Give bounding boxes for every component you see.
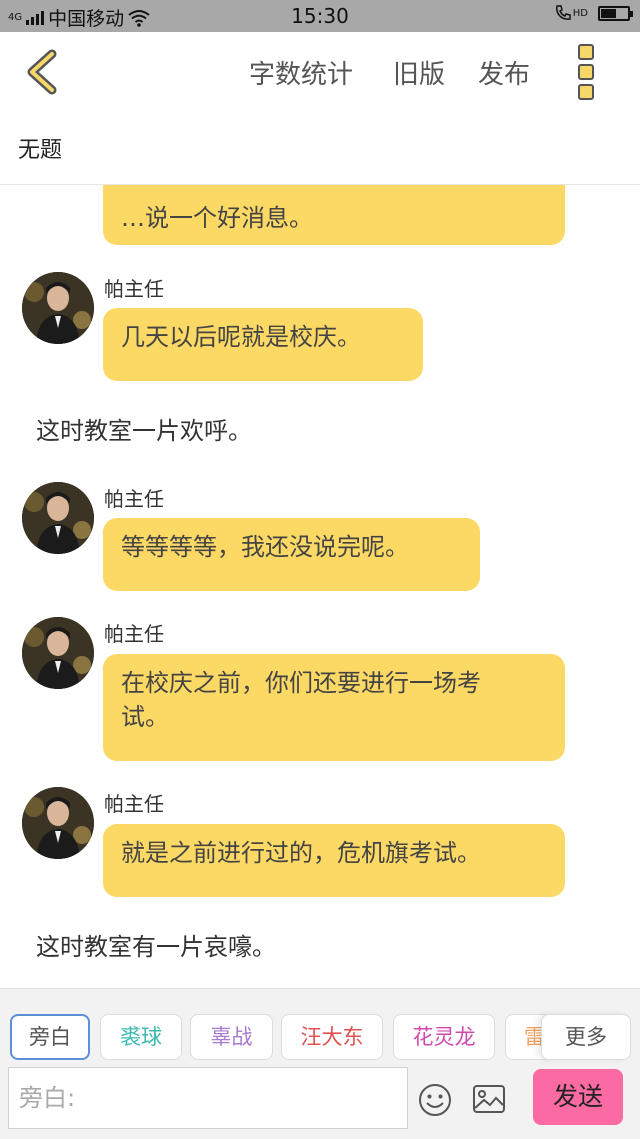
avatar[interactable]	[22, 272, 94, 344]
character-chip-narrator[interactable]: 旁白	[10, 1014, 90, 1060]
hd-label: HD	[572, 7, 588, 19]
emoji-icon[interactable]	[418, 1083, 452, 1117]
speaker-name: 帕主任	[104, 792, 164, 816]
status-right: HD	[554, 4, 633, 22]
message-text: 等等等等，我还没说完呢。	[121, 533, 409, 561]
message-bubble[interactable]: 等等等等，我还没说完呢。	[103, 518, 480, 591]
top-bar: 字数统计 旧版 发布	[0, 32, 640, 112]
title-bar: 无题	[0, 112, 640, 185]
message-text: 几天以后呢就是校庆。	[121, 323, 361, 351]
battery-icon	[598, 5, 633, 21]
message-input[interactable]: 旁白:	[8, 1067, 408, 1129]
publish-button[interactable]: 发布	[478, 54, 530, 91]
avatar[interactable]	[22, 787, 94, 859]
message-bubble[interactable]: 几天以后呢就是校庆。	[103, 308, 423, 381]
avatar[interactable]	[22, 617, 94, 689]
story-title[interactable]: 无题	[18, 132, 62, 164]
send-button[interactable]: 发送	[533, 1069, 623, 1125]
message-text-line: 试。	[121, 703, 169, 731]
word-count-button[interactable]: 字数统计	[249, 54, 353, 91]
hd-call-icon: HD	[554, 4, 588, 22]
message-text: 就是之前进行过的，危机旗考试。	[121, 839, 481, 867]
back-arrow-icon[interactable]	[22, 48, 62, 96]
chat-area[interactable]: …说一个好消息。 帕主任 几天以后呢就是校庆。 这时教室一片欢呼。 帕主任 等等…	[0, 185, 640, 988]
speaker-name: 帕主任	[104, 487, 164, 511]
battery-level	[601, 8, 617, 18]
speaker-name: 帕主任	[104, 622, 164, 646]
character-chip-qiuqiu[interactable]: 裘球	[100, 1014, 182, 1060]
narration-text[interactable]: 这时教室有一片哀嚎。	[36, 927, 276, 962]
message-bubble-partial: …说一个好消息。	[103, 185, 565, 245]
more-menu-icon[interactable]	[578, 44, 598, 100]
image-icon[interactable]	[472, 1084, 506, 1114]
speaker-name: 帕主任	[104, 277, 164, 301]
avatar[interactable]	[22, 482, 94, 554]
character-chip-hualinglong[interactable]: 花灵龙	[393, 1014, 495, 1060]
clock: 15:30	[291, 4, 349, 28]
narration-text[interactable]: 这时教室一片欢呼。	[36, 411, 252, 446]
message-bubble[interactable]: 就是之前进行过的，危机旗考试。	[103, 824, 565, 897]
message-text-line: 在校庆之前，你们还要进行一场考	[121, 669, 481, 697]
message-text: …说一个好消息。	[121, 204, 313, 232]
character-chip-guzhan[interactable]: 辜战	[190, 1014, 273, 1060]
message-bubble[interactable]: 在校庆之前，你们还要进行一场考 试。	[103, 654, 565, 761]
old-version-button[interactable]: 旧版	[393, 54, 445, 91]
status-bar: 4G 中国移动 15:30 HD	[0, 0, 640, 32]
more-characters-button[interactable]: 更多	[541, 1014, 631, 1060]
composer: 旁白 裘球 辜战 汪大东 花灵龙 雷 更多 旁白: 发送	[0, 988, 640, 1139]
character-chip-wangdadong[interactable]: 汪大东	[281, 1014, 383, 1060]
